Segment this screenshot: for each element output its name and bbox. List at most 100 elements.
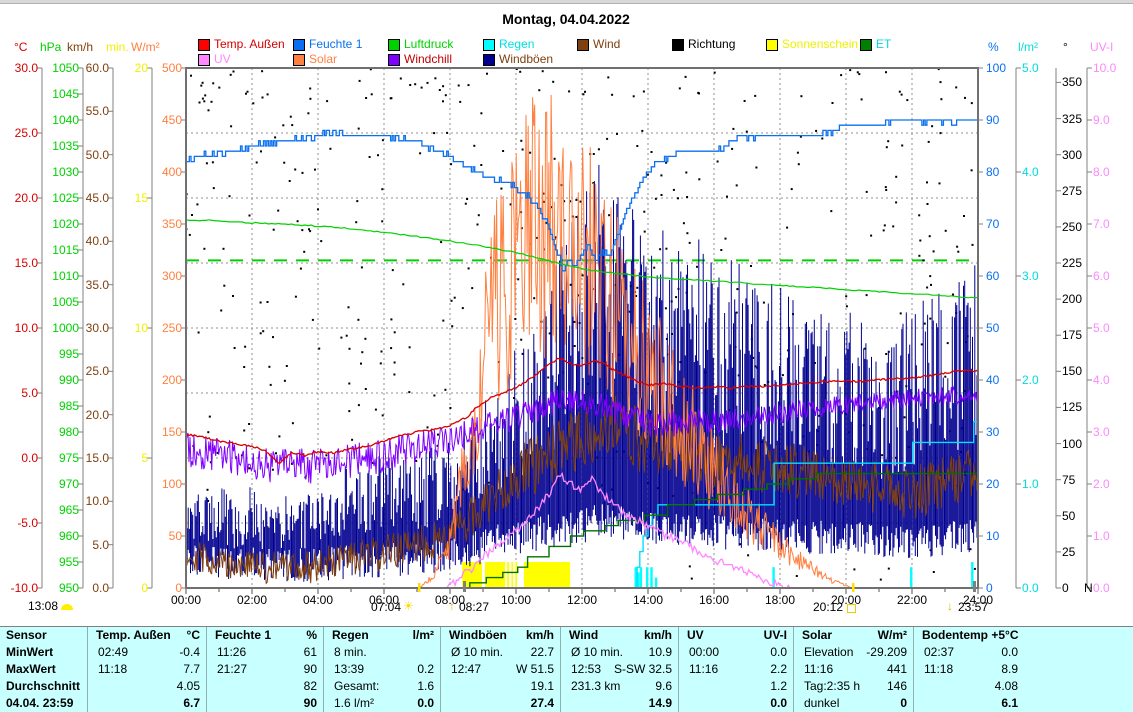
stats-cell-value: -29.209 <box>866 644 913 661</box>
stats-cell-value: 22.7 <box>531 644 560 661</box>
stats-column-header: UV UV-I <box>679 627 793 644</box>
stats-cell-time <box>914 695 924 712</box>
stats-cell-value: 441 <box>887 661 913 678</box>
stats-cell-value: 9.6 <box>655 678 678 695</box>
stats-cell-value: 6.7 <box>183 695 206 712</box>
stats-cell-value: 4.08 <box>995 678 1133 695</box>
stats-cell-value: 14.9 <box>649 695 678 712</box>
stats-cell: 231.3 km9.6 <box>561 678 678 695</box>
axis-tick-label: 100 <box>138 478 182 490</box>
stats-cell-value: 8.9 <box>1001 661 1133 678</box>
axis-tick-label: 350 <box>138 218 182 230</box>
stats-sensor-name: Regen <box>324 627 369 644</box>
axis-tick-label: 275 <box>1062 185 1106 197</box>
axis-tick-label: 10 <box>986 530 1030 542</box>
axis-unit-label: °C <box>14 41 27 53</box>
stats-cell-value: 90 <box>304 695 323 712</box>
axis-tick-label: 8.0 <box>1093 166 1133 178</box>
stats-sensor-unit: km/h <box>526 627 560 644</box>
axis-tick-label: 50 <box>986 322 1030 334</box>
stats-cell: 14.9 <box>561 695 678 712</box>
axis-unit-label: UV-I <box>1090 41 1113 53</box>
stats-row-label: MaxWert <box>0 661 87 678</box>
axis-tick-label: 30 <box>986 426 1030 438</box>
axis-tick-label: 955 <box>35 556 79 568</box>
moonset-icon: ↓ <box>947 600 953 613</box>
axis-tick-label: 1030 <box>35 166 79 178</box>
axis-tick-label: 20.0 <box>0 192 38 204</box>
stats-cell-value: 4.05 <box>177 678 206 695</box>
stats-cell: 11:16441 <box>794 661 913 678</box>
stats-cell: 6.7 <box>88 695 206 712</box>
axis-tick-label: 10.0 <box>1093 62 1133 74</box>
stats-cell: 82 <box>207 678 323 695</box>
stats-row-label: MinWert <box>0 644 87 661</box>
stats-cell-value: 0.2 <box>417 661 440 678</box>
stats-column: Feuchte 1%11:266121:27908290 <box>206 627 323 712</box>
stats-cell-time <box>679 678 689 695</box>
stats-cell-value: 1.2 <box>770 678 793 695</box>
stats-cell-time: 11:26 <box>207 644 246 661</box>
stats-cell-value: -0.4 <box>179 644 206 661</box>
stats-column: Windkm/hØ 10 min.10.912:53S-SW 32.5231.3… <box>560 627 678 712</box>
stats-sensor-unit: UV-I <box>764 627 793 644</box>
stats-cell-value: 0.0 <box>770 695 793 712</box>
stats-row-label-text: Durchschnitt <box>0 678 80 695</box>
sunrise-time: 07:04 <box>355 601 401 614</box>
stats-column-header: Windkm/h <box>561 627 678 644</box>
axis-unit-label: l/m² <box>1018 41 1038 53</box>
stats-cell-time <box>679 695 689 712</box>
stats-column: UVUV-I00:000.011:162.21.20.0 <box>678 627 793 712</box>
stats-cell-value: 6.1 <box>1001 695 1133 712</box>
stats-cell: Ø 10 min.10.9 <box>561 644 678 661</box>
stats-cell-time: 11:18 <box>914 661 953 678</box>
axis-tick-label: 15 <box>104 192 148 204</box>
axis-tick-label: 5.0 <box>0 387 38 399</box>
axis-tick-label: 200 <box>138 374 182 386</box>
axis-tick-label: 5 <box>104 452 148 464</box>
axis-unit-label: % <box>988 41 999 53</box>
axis-tick-label: 400 <box>138 166 182 178</box>
time-tick-label: 04:00 <box>296 594 340 606</box>
moonrise-icon: ↑ <box>449 600 455 613</box>
axis-tick-label: 1.0 <box>1093 530 1133 542</box>
axis-tick-label: 15.0 <box>65 452 109 464</box>
axis-tick-label: 15.0 <box>0 257 38 269</box>
stats-cell-value: 0 <box>900 695 913 712</box>
stats-column-header: Temp. Außen°C <box>88 627 206 644</box>
axis-tick-label: 5.0 <box>65 539 109 551</box>
stats-sensor-unit: W/m² <box>878 627 913 644</box>
stats-sensor-name: UV <box>679 627 704 644</box>
axis-tick-label: 150 <box>138 426 182 438</box>
axis-tick-label: 10.0 <box>0 322 38 334</box>
stats-cell-time <box>914 678 924 695</box>
axis-north-label: N <box>1084 582 1093 594</box>
stats-column-header: Bodentemp +5°C <box>914 627 1133 644</box>
axis-tick-label: 9.0 <box>1093 114 1133 126</box>
moonrise-time: 08:27 <box>459 601 489 614</box>
axis-tick-label: 1.0 <box>1022 478 1066 490</box>
axis-tick-label: 20.0 <box>65 409 109 421</box>
stats-row-label-text: MaxWert <box>0 661 56 678</box>
stats-cell-time: 8 min. <box>324 644 367 661</box>
stats-cell-value: 7.7 <box>183 661 206 678</box>
stats-sensor-name: Solar <box>794 627 832 644</box>
axis-tick-label: 300 <box>138 270 182 282</box>
stats-cell-time: Gesamt: <box>324 678 379 695</box>
axis-tick-label: 40.0 <box>65 235 109 247</box>
stats-row-label-text: MinWert <box>0 644 53 661</box>
sunset-time: 20:12 <box>797 601 843 614</box>
axis-tick-label: 225 <box>1062 257 1106 269</box>
stats-cell-value: W 51.5 <box>516 661 560 678</box>
stats-cell-value: 82 <box>304 678 323 695</box>
stats-cell-value: 19.1 <box>531 678 560 695</box>
time-tick-label: 18:00 <box>758 594 802 606</box>
stats-cell: 11:18 8.9 <box>914 661 1133 678</box>
axis-tick-label: 50 <box>1062 510 1106 522</box>
axis-tick-label: 6.0 <box>1093 270 1133 282</box>
axis-tick-label: 5.0 <box>1022 62 1066 74</box>
axis-tick-label: 2.0 <box>1093 478 1133 490</box>
stats-cell: 19.1 <box>441 678 560 695</box>
stats-cell-value: 90 <box>304 661 323 678</box>
stats-cell-time: 12:47 <box>441 661 481 678</box>
